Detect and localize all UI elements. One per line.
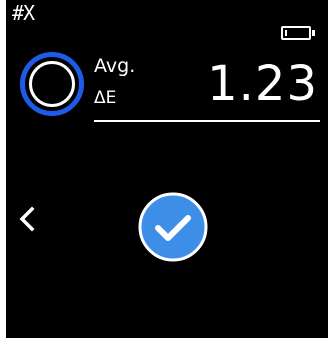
ring-inner-circle (29, 61, 75, 107)
device-id-label: #X (12, 1, 35, 25)
ring-indicator-icon (20, 52, 84, 116)
battery-cap (312, 30, 315, 36)
chevron-left-icon (19, 206, 35, 232)
metric-label-avg: Avg. (94, 55, 136, 77)
metric-value: 1.23 (207, 56, 318, 112)
battery-icon (281, 26, 315, 40)
metric-label-delta-e: ΔE (94, 88, 117, 108)
divider (94, 120, 320, 122)
battery-level-fill (285, 30, 287, 36)
back-button[interactable] (16, 206, 40, 232)
check-circle-icon (138, 192, 208, 262)
device-screen: #X Avg. ΔE 1.23 (6, 0, 328, 338)
